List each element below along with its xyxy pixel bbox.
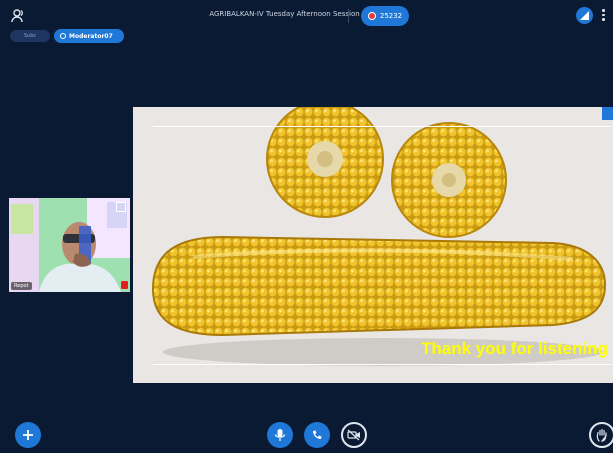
subc-chip[interactable]: Subc: [10, 30, 50, 42]
session-title-text: AGRIBALKAN-IV Tuesday Afternoon Session: [209, 10, 360, 18]
users-icon[interactable]: [10, 8, 26, 24]
slide-caption: Thank you for listening: [420, 339, 608, 358]
recording-timer: 25232: [379, 12, 403, 20]
more-vertical-icon[interactable]: [601, 9, 607, 23]
recording-timer-button[interactable]: 25232: [361, 6, 409, 26]
leave-call-button[interactable]: [304, 422, 330, 448]
plus-icon: [23, 430, 33, 440]
moderator-icon: [60, 33, 66, 39]
expand-video-icon[interactable]: [116, 202, 126, 212]
raise-hand-icon: [596, 428, 607, 442]
raise-hand-button[interactable]: [589, 422, 613, 448]
record-icon: [367, 12, 376, 20]
moderator-label: Moderator07: [69, 32, 113, 40]
add-button[interactable]: [15, 422, 41, 448]
shared-presentation-slide: Thank you for listening: [133, 107, 613, 383]
microphone-icon: [274, 429, 286, 441]
corn-cross-section-right: [391, 122, 507, 238]
video-camera-off-icon: [347, 429, 360, 441]
session-title: AGRIBALKAN-IV Tuesday Afternoon Session: [0, 10, 613, 18]
microphone-button[interactable]: [267, 422, 293, 448]
phone-icon: [313, 430, 322, 439]
moderator-chip[interactable]: Moderator07: [54, 29, 124, 43]
slide-top-line: [153, 126, 611, 127]
corn-cross-section-left: [266, 107, 384, 218]
corn-cob: [151, 235, 607, 337]
title-divider: [348, 9, 349, 23]
signal-icon[interactable]: [576, 7, 593, 24]
top-bar: AGRIBALKAN-IV Tuesday Afternoon Session …: [0, 0, 613, 32]
camera-toggle-button[interactable]: [341, 422, 367, 448]
webcam-image: [9, 198, 130, 292]
slide-bottom-line: [153, 364, 611, 365]
participant-webcam[interactable]: Repot: [9, 198, 130, 292]
muted-badge-icon: [121, 281, 128, 289]
slide-options-icon[interactable]: [602, 107, 613, 120]
participant-name: Repot: [11, 282, 32, 290]
